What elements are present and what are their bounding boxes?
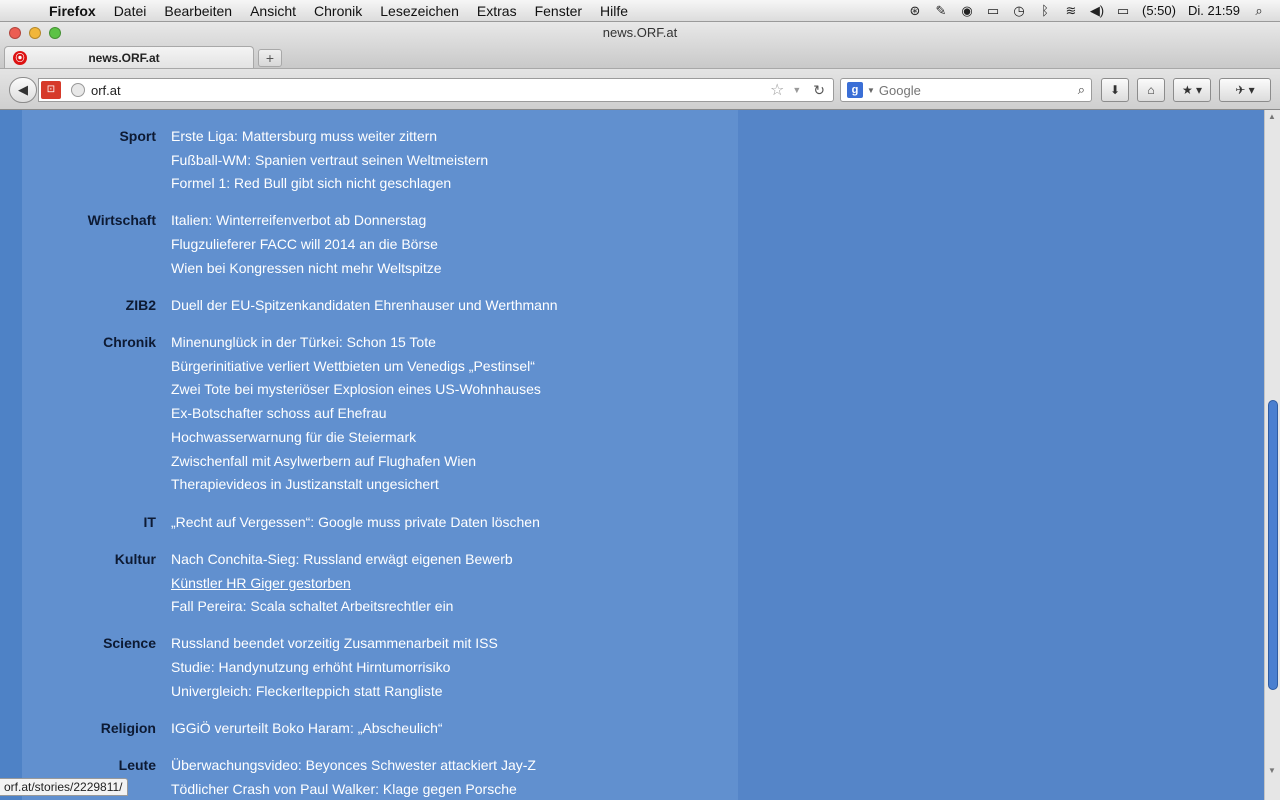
window-title: news.ORF.at bbox=[602, 25, 678, 40]
globe-icon bbox=[71, 83, 85, 97]
section-label[interactable]: Kultur bbox=[22, 551, 156, 567]
clipboard-icon[interactable]: ⊛ bbox=[902, 3, 928, 19]
menu-extras[interactable]: Extras bbox=[468, 3, 526, 19]
reload-icon[interactable]: ↻ bbox=[805, 82, 833, 99]
site-identity-icon[interactable]: ⊡ bbox=[41, 81, 61, 99]
headline-link[interactable]: Wien bei Kongressen nicht mehr Weltspitz… bbox=[171, 260, 442, 276]
headline-link[interactable]: Zwischenfall mit Asylwerbern auf Flughaf… bbox=[171, 453, 476, 469]
bluetooth-icon[interactable]: ᛒ bbox=[1032, 3, 1058, 18]
headline-link[interactable]: Erste Liga: Mattersburg muss weiter zitt… bbox=[171, 128, 437, 144]
headline-link[interactable]: Therapievideos in Justizanstalt ungesich… bbox=[171, 476, 439, 492]
volume-icon[interactable]: ◀) bbox=[1084, 3, 1110, 19]
menu-chronik[interactable]: Chronik bbox=[305, 3, 371, 19]
headline-link[interactable]: Überwachungsvideo: Beyonces Schwester at… bbox=[171, 757, 536, 773]
downloads-button[interactable]: ⬇ bbox=[1101, 78, 1129, 102]
headline-link[interactable]: IGGiÖ verurteilt Boko Haram: „Abscheulic… bbox=[171, 720, 443, 736]
search-bar[interactable]: g ▼ ⌕ bbox=[840, 78, 1092, 102]
section-label[interactable]: Religion bbox=[22, 720, 156, 736]
back-button[interactable]: ◀ bbox=[9, 77, 37, 103]
section-label[interactable]: Wirtschaft bbox=[22, 212, 156, 228]
menu-lesezeichen[interactable]: Lesezeichen bbox=[371, 3, 468, 19]
headline-link[interactable]: Zwei Tote bei mysteriöser Explosion eine… bbox=[171, 381, 541, 397]
dashboard-icon[interactable]: ◉ bbox=[954, 3, 980, 19]
time-machine-icon[interactable]: ◷ bbox=[1006, 3, 1032, 19]
headline-link[interactable]: Bürgerinitiative verliert Wettbieten um … bbox=[171, 358, 535, 374]
wifi-icon[interactable]: ≋ bbox=[1058, 3, 1084, 19]
history-dropdown-icon[interactable]: ▼ bbox=[788, 85, 805, 95]
addon-icon: ✈ ▾ bbox=[1235, 83, 1255, 97]
headline-link[interactable]: Formel 1: Red Bull gibt sich nicht gesch… bbox=[171, 175, 451, 191]
home-icon: ⌂ bbox=[1147, 83, 1155, 97]
headline-link[interactable]: Studie: Handynutzung erhöht Hirntumorris… bbox=[171, 659, 450, 675]
tab-label: news.ORF.at bbox=[88, 50, 160, 65]
bookmarks-button[interactable]: ★ ▾ bbox=[1173, 78, 1211, 102]
bookmarks-icon: ★ ▾ bbox=[1181, 83, 1203, 97]
spotlight-search-icon[interactable]: ⌕ bbox=[1246, 3, 1272, 19]
display-icon[interactable]: ▭ bbox=[980, 3, 1006, 19]
scroll-down-icon[interactable]: ▼ bbox=[1268, 766, 1276, 775]
headline-link[interactable]: Fußball-WM: Spanien vertraut seinen Welt… bbox=[171, 152, 488, 168]
menu-bearbeiten[interactable]: Bearbeiten bbox=[155, 3, 241, 19]
section-label[interactable]: Leute bbox=[22, 757, 156, 773]
headline-link[interactable]: Univergleich: Fleckerlteppich statt Rang… bbox=[171, 683, 443, 699]
headline-link[interactable]: Minenunglück in der Türkei: Schon 15 Tot… bbox=[171, 334, 436, 350]
battery-icon[interactable]: ▭ bbox=[1110, 3, 1136, 19]
menu-app-firefox[interactable]: Firefox bbox=[40, 3, 105, 19]
section-label[interactable]: Science bbox=[22, 635, 156, 651]
headline-link[interactable]: Italien: Winterreifenverbot ab Donnersta… bbox=[171, 212, 426, 228]
page-viewport: Sport Erste Liga: Mattersburg muss weite… bbox=[0, 110, 1264, 800]
home-button[interactable]: ⌂ bbox=[1137, 78, 1165, 102]
mac-menu-bar: Firefox Datei Bearbeiten Ansicht Chronik… bbox=[0, 0, 1280, 22]
tab-news-orf[interactable]: ⦿ news.ORF.at bbox=[4, 46, 254, 68]
scroll-thumb[interactable] bbox=[1268, 400, 1278, 690]
vertical-scrollbar[interactable]: ▲ ▼ bbox=[1264, 110, 1280, 800]
headline-link[interactable]: Nach Conchita-Sieg: Russland erwägt eige… bbox=[171, 551, 513, 567]
headline-link[interactable]: Flugzulieferer FACC will 2014 an die Bör… bbox=[171, 236, 438, 252]
window-title-bar: news.ORF.at ⦿ news.ORF.at + bbox=[0, 22, 1280, 68]
menubar-tray: ⊛ ✎ ◉ ▭ ◷ ᛒ ≋ ◀) ▭ (5:50) Di. 21:59 ⌕ bbox=[902, 3, 1280, 19]
section-label[interactable]: Sport bbox=[22, 128, 156, 144]
headline-link[interactable]: „Recht auf Vergessen“: Google muss priva… bbox=[171, 514, 540, 530]
google-engine-icon[interactable]: g bbox=[847, 82, 863, 98]
headline-link[interactable]: Tödlicher Crash von Paul Walker: Klage g… bbox=[171, 781, 517, 797]
new-tab-button[interactable]: + bbox=[258, 49, 282, 67]
addon-button[interactable]: ✈ ▾ bbox=[1219, 78, 1271, 102]
url-text[interactable]: orf.at bbox=[91, 83, 766, 98]
right-column bbox=[738, 110, 1264, 800]
engine-dropdown-icon[interactable]: ▼ bbox=[863, 86, 879, 95]
section-label[interactable]: IT bbox=[22, 514, 156, 530]
clock[interactable]: Di. 21:59 bbox=[1182, 3, 1246, 18]
menu-ansicht[interactable]: Ansicht bbox=[241, 3, 305, 19]
bookmark-star-icon[interactable]: ☆ bbox=[766, 80, 788, 100]
search-icon[interactable]: ⌕ bbox=[1072, 82, 1091, 98]
menu-hilfe[interactable]: Hilfe bbox=[591, 3, 637, 19]
orf-favicon-icon: ⦿ bbox=[13, 50, 27, 65]
menu-datei[interactable]: Datei bbox=[105, 3, 156, 19]
section-label[interactable]: Chronik bbox=[22, 334, 156, 350]
headline-link[interactable]: Fall Pereira: Scala schaltet Arbeitsrech… bbox=[171, 598, 453, 614]
headline-link-hovered[interactable]: Künstler HR Giger gestorben bbox=[171, 575, 351, 591]
news-list: Sport Erste Liga: Mattersburg muss weite… bbox=[22, 110, 738, 800]
menu-fenster[interactable]: Fenster bbox=[526, 3, 591, 19]
battery-time[interactable]: (5:50) bbox=[1136, 3, 1182, 18]
headline-link[interactable]: Duell der EU-Spitzenkandidaten Ehrenhaus… bbox=[171, 297, 558, 313]
status-bar: orf.at/stories/2229811/ bbox=[0, 778, 128, 796]
scroll-up-icon[interactable]: ▲ bbox=[1268, 112, 1276, 121]
url-bar[interactable]: ⊡ orf.at ☆ ▼ ↻ bbox=[38, 78, 834, 102]
headline-link[interactable]: Ex-Botschafter schoss auf Ehefrau bbox=[171, 405, 387, 421]
script-icon[interactable]: ✎ bbox=[928, 3, 954, 19]
download-arrow-icon: ⬇ bbox=[1109, 83, 1121, 97]
search-input[interactable] bbox=[878, 82, 1072, 98]
headline-link[interactable]: Russland beendet vorzeitig Zusammenarbei… bbox=[171, 635, 498, 651]
section-label[interactable]: ZIB2 bbox=[22, 297, 156, 313]
navigation-toolbar: ◀ ⊡ orf.at ☆ ▼ ↻ g ▼ ⌕ ⬇ ⌂ ★ ▾ ✈ ▾ bbox=[0, 68, 1280, 110]
headline-link[interactable]: Hochwasserwarnung für die Steiermark bbox=[171, 429, 416, 445]
